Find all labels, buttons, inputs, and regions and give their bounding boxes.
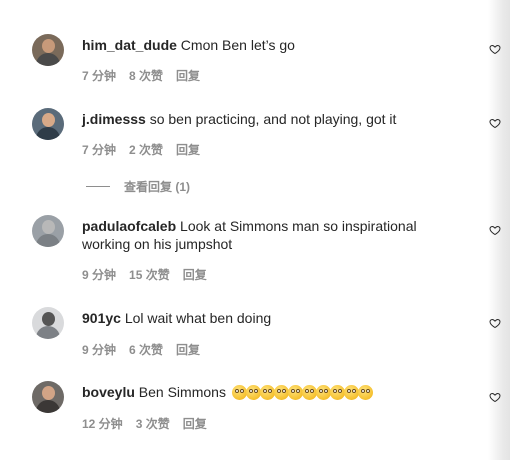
view-replies-button[interactable]: 查看回复 (1) [86,178,190,195]
comment-body: Lol wait what ben doing [124,310,272,326]
comment-time: 12 分钟 [82,417,123,431]
comment-body: so ben practicing, and not playing, got … [149,111,397,127]
comment-likes[interactable]: 3 次赞 [136,417,170,431]
heart-outline-icon[interactable] [489,43,501,55]
reply-button[interactable]: 回复 [176,69,200,83]
comment-text: 901yc Lol wait what ben doing [82,309,442,327]
flushed-face-emoji [329,385,345,400]
avatar[interactable] [32,381,64,413]
flushed-face-emoji [273,385,289,400]
comment-body: Cmon Ben let’s go [180,37,295,53]
avatar[interactable] [32,108,64,140]
comment-body: Ben Simmons [138,384,226,400]
flushed-face-emoji [231,385,247,400]
avatar[interactable] [32,34,64,66]
comment-text: j.dimesss so ben practicing, and not pla… [82,110,442,128]
comment-time: 9 分钟 [82,268,117,282]
comment-text: padulaofcaleb Look at Simmons man so ins… [82,217,442,253]
heart-outline-icon[interactable] [489,224,501,236]
comment-likes[interactable]: 15 次赞 [129,268,170,282]
comment-meta: 7 分钟 2 次赞 回复 [82,143,200,157]
view-replies-label: 查看回复 (1) [124,180,191,194]
comment-time: 7 分钟 [82,69,117,83]
comment-text: him_dat_dude Cmon Ben let’s go [82,36,442,54]
comment-time: 9 分钟 [82,343,117,357]
flushed-face-emoji [259,385,275,400]
heart-outline-icon[interactable] [489,317,501,329]
avatar[interactable] [32,307,64,339]
comment-username[interactable]: him_dat_dude [82,37,177,53]
reply-button[interactable]: 回复 [176,143,200,157]
flushed-face-emoji-row [231,385,373,400]
heart-outline-icon[interactable] [489,391,501,403]
comment-time: 7 分钟 [82,143,117,157]
flushed-face-emoji [343,385,359,400]
comment-meta: 9 分钟 15 次赞 回复 [82,268,207,282]
flushed-face-emoji [315,385,331,400]
comment-meta: 9 分钟 6 次赞 回复 [82,343,200,357]
heart-outline-icon[interactable] [489,117,501,129]
comment-username[interactable]: 901yc [82,310,121,326]
avatar[interactable] [32,215,64,247]
comment-likes[interactable]: 2 次赞 [129,143,163,157]
flushed-face-emoji [287,385,303,400]
flushed-face-emoji [357,385,373,400]
comment-username[interactable]: padulaofcaleb [82,218,176,234]
reply-button[interactable]: 回复 [183,417,207,431]
comment-likes[interactable]: 8 次赞 [129,69,163,83]
comment-likes[interactable]: 6 次赞 [129,343,163,357]
reply-button[interactable]: 回复 [183,268,207,282]
flushed-face-emoji [245,385,261,400]
comment-username[interactable]: boveylu [82,384,135,400]
comment-meta: 7 分钟 8 次赞 回复 [82,69,200,83]
flushed-face-emoji [301,385,317,400]
divider [86,186,110,187]
comment-text: boveylu Ben Simmons [82,383,442,401]
comment-meta: 12 分钟 3 次赞 回复 [82,417,207,431]
comment-username[interactable]: j.dimesss [82,111,146,127]
reply-button[interactable]: 回复 [176,343,200,357]
